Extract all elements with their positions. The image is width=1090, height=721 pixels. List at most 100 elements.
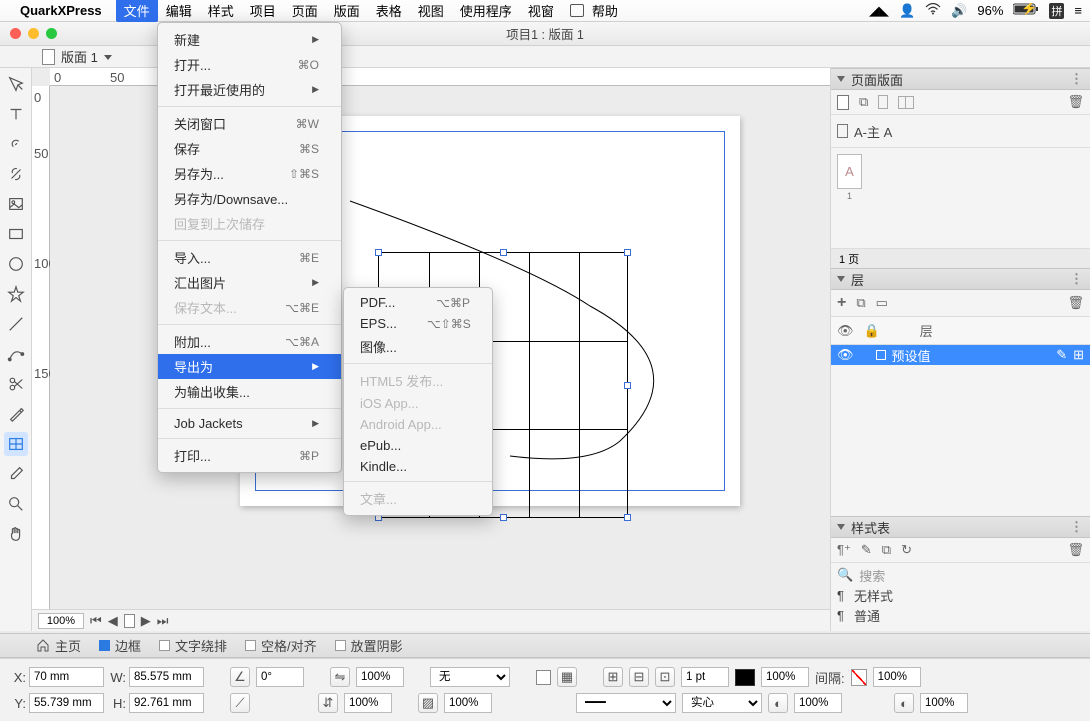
eye-icon[interactable]: 👁: [837, 347, 854, 363]
style-row-normal[interactable]: ¶普通: [837, 605, 1084, 625]
update-style-icon[interactable]: ↻: [901, 542, 912, 558]
tab-space[interactable]: 空格/对齐: [245, 636, 317, 655]
tab-home[interactable]: 主页: [36, 636, 81, 655]
merge-layer-icon[interactable]: ⧉: [856, 295, 865, 311]
fill-opacity-field[interactable]: [444, 693, 492, 713]
menu-item[interactable]: 项目: [242, 0, 284, 22]
layer-row-default[interactable]: 👁 预设值 ✎ ⊞: [831, 345, 1090, 365]
add-layer-icon[interactable]: +: [837, 294, 846, 312]
menu-utilities[interactable]: 使用程序: [452, 0, 520, 22]
menu-export-picture[interactable]: 汇出图片: [158, 270, 341, 295]
panel-menu-icon[interactable]: ⋮: [1070, 519, 1084, 535]
new-style-icon[interactable]: ¶⁺: [837, 542, 851, 558]
layer-options-icon[interactable]: ⊞: [1073, 347, 1084, 363]
duplicate-style-icon[interactable]: ⧉: [882, 542, 891, 558]
single-page-icon[interactable]: [878, 95, 888, 109]
menu-collect[interactable]: 为输出收集...: [158, 379, 341, 404]
angle-field[interactable]: [256, 667, 304, 687]
opacity-b-field[interactable]: [344, 693, 392, 713]
lineweight-field[interactable]: [681, 667, 729, 687]
menu-window[interactable]: 视窗: [520, 0, 562, 22]
page-nav-icon[interactable]: [124, 614, 135, 628]
zoom-input[interactable]: [38, 613, 84, 629]
screen-mirror-icon[interactable]: [570, 4, 584, 17]
link-tool[interactable]: [4, 132, 28, 156]
chevron-down-icon[interactable]: [104, 55, 112, 60]
tab-runaround[interactable]: 文字绕排: [159, 636, 227, 655]
opacity-a-field[interactable]: [356, 667, 404, 687]
stroke-shade[interactable]: [794, 693, 842, 713]
export-pdf[interactable]: PDF...⌥⌘P: [344, 292, 492, 313]
menu-open[interactable]: 打开...⌘O: [158, 52, 341, 77]
export-kindle[interactable]: Kindle...: [344, 456, 492, 477]
layout-name[interactable]: 版面 1: [61, 47, 98, 66]
solid-select[interactable]: 实心: [682, 693, 762, 713]
menu-extras-icon[interactable]: ≡: [1074, 3, 1082, 18]
style-search[interactable]: 🔍搜索: [837, 565, 1084, 585]
eyedropper-tool[interactable]: [4, 462, 28, 486]
panel-layers-header[interactable]: 层⋮: [831, 268, 1090, 290]
suppress-output-checkbox[interactable]: [536, 670, 551, 685]
page-nav-last-icon[interactable]: ⏭: [157, 613, 169, 629]
wifi-icon[interactable]: [925, 3, 941, 18]
menu-export-as[interactable]: 导出为: [158, 354, 341, 379]
panel-styles-header[interactable]: 样式表⋮: [831, 516, 1090, 538]
user-icon[interactable]: 👤: [899, 3, 915, 19]
line-tool[interactable]: [4, 312, 28, 336]
menu-help[interactable]: 帮助: [584, 0, 626, 22]
skew-icon[interactable]: ⟋: [230, 693, 250, 713]
text-tool[interactable]: [4, 102, 28, 126]
flip-h-icon[interactable]: ⇋: [330, 667, 350, 687]
y-field[interactable]: [29, 693, 104, 713]
pan-tool[interactable]: [4, 522, 28, 546]
gap-opacity[interactable]: [873, 667, 921, 687]
input-method-icon[interactable]: 拼: [1049, 3, 1064, 19]
menu-page[interactable]: 页面: [284, 0, 326, 22]
panel-pages-header[interactable]: 页面版面⋮: [831, 68, 1090, 90]
page-nav-first-icon[interactable]: ⏮: [90, 613, 102, 629]
border-h-icon[interactable]: ⊟: [629, 667, 649, 687]
page-nav-next-icon[interactable]: ▶: [141, 613, 151, 629]
border-all-icon[interactable]: ⊞: [603, 667, 623, 687]
duplicate-page-icon[interactable]: ⧉: [859, 94, 868, 110]
border-v-icon[interactable]: ⊡: [655, 667, 675, 687]
trash-icon[interactable]: 🗑: [1067, 542, 1084, 558]
menu-close[interactable]: 关闭窗口⌘W: [158, 111, 341, 136]
menu-import[interactable]: 导入...⌘E: [158, 245, 341, 270]
export-eps[interactable]: EPS...⌥⇧⌘S: [344, 313, 492, 334]
menu-print[interactable]: 打印...⌘P: [158, 443, 341, 468]
panel-menu-icon[interactable]: ⋮: [1070, 71, 1084, 87]
battery-icon[interactable]: ⚡: [1013, 3, 1039, 18]
h-field[interactable]: [129, 693, 204, 713]
menu-save-as[interactable]: 另存为...⇧⌘S: [158, 161, 341, 186]
new-page-icon[interactable]: [837, 95, 849, 110]
page-nav-prev-icon[interactable]: ◀: [108, 613, 118, 629]
panel-menu-icon[interactable]: ⋮: [1070, 271, 1084, 287]
oval-tool[interactable]: [4, 252, 28, 276]
w-field[interactable]: [129, 667, 204, 687]
app-name[interactable]: QuarkXPress: [20, 3, 102, 18]
menu-edit[interactable]: 编辑: [158, 0, 200, 22]
menu-save[interactable]: 保存⌘S: [158, 136, 341, 161]
stroke-shade2[interactable]: [920, 693, 968, 713]
master-page-row[interactable]: A-主 A: [837, 121, 1084, 141]
menu-view[interactable]: 视图: [410, 0, 452, 22]
rect-tool[interactable]: [4, 222, 28, 246]
menu-style[interactable]: 样式: [200, 0, 242, 22]
stroke-color-swatch[interactable]: [735, 669, 755, 686]
menu-append[interactable]: 附加...⌥⌘A: [158, 329, 341, 354]
bezier-tool[interactable]: [4, 342, 28, 366]
blend-icon[interactable]: ▨: [418, 693, 438, 713]
menu-new[interactable]: 新建: [158, 27, 341, 52]
menu-layout[interactable]: 版面: [326, 0, 368, 22]
trash-icon[interactable]: 🗑: [1067, 94, 1084, 110]
trash-icon[interactable]: 🗑: [1067, 295, 1084, 311]
edit-style-icon[interactable]: ✎: [861, 542, 872, 558]
export-epub[interactable]: ePub...: [344, 435, 492, 456]
flip-v-icon[interactable]: ⇵: [318, 693, 338, 713]
star-tool[interactable]: [4, 282, 28, 306]
zoom-tool[interactable]: [4, 492, 28, 516]
x-field[interactable]: [29, 667, 104, 687]
frame-style-icon[interactable]: ▦: [557, 667, 577, 687]
menu-table[interactable]: 表格: [368, 0, 410, 22]
